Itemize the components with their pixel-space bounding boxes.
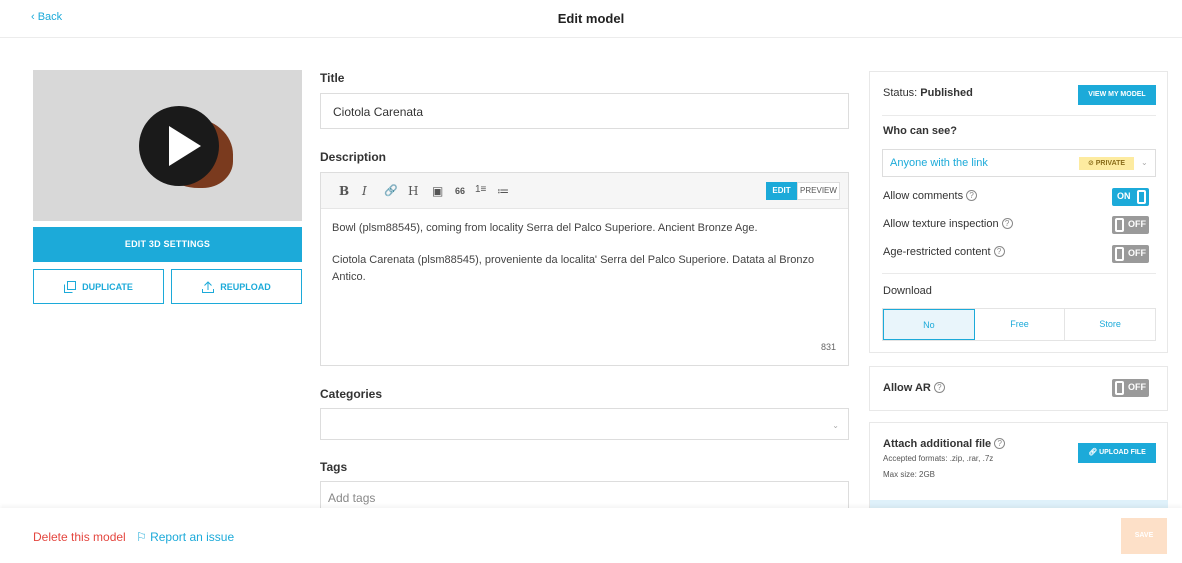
reupload-label: REUPLOAD — [220, 281, 271, 292]
description-paragraph: Bowl (plsm88545), coming from locality S… — [332, 222, 758, 234]
status-prefix: Status: — [883, 87, 921, 99]
download-options: No Free Store — [882, 308, 1156, 341]
ar-panel: Allow AR? OFF — [869, 366, 1168, 411]
paperclip-icon: 🔗︎ — [1088, 449, 1100, 456]
toggle-knob — [1115, 218, 1124, 232]
save-button[interactable]: SAVE — [1121, 518, 1167, 554]
visibility-panel: Status: Published VIEW MY MODEL Who can … — [869, 71, 1168, 353]
help-icon[interactable]: ? — [966, 190, 978, 201]
report-issue-label: Report an issue — [150, 530, 235, 544]
play-icon[interactable] — [139, 106, 219, 186]
quote-icon[interactable]: 66 — [455, 186, 465, 196]
description-editor[interactable]: B I 🔗 H ▣ 66 1≡ ≔ EDIT PREVIEW Bowl (pls… — [320, 172, 849, 366]
italic-icon[interactable]: I — [362, 184, 367, 198]
help-icon[interactable]: ? — [1001, 218, 1013, 229]
ordered-list-icon[interactable]: 1≡ — [475, 184, 486, 195]
duplicate-icon — [64, 280, 77, 293]
allow-comments-text: Allow comments — [883, 190, 964, 202]
download-option-no[interactable]: No — [883, 309, 975, 340]
preview-tab[interactable]: PREVIEW — [797, 182, 840, 200]
max-size-text: Max size: 2GB — [883, 470, 936, 479]
allow-texture-text: Allow texture inspection — [883, 218, 999, 230]
categories-select[interactable]: ⌄ — [320, 408, 849, 440]
toggle-state: OFF — [1128, 219, 1146, 229]
bullet-list-icon[interactable]: ≔ — [497, 184, 509, 198]
chevron-down-icon: ⌄ — [832, 421, 839, 430]
attach-file-panel: Attach additional file? Accepted formats… — [869, 422, 1168, 508]
tags-label: Tags — [320, 460, 348, 474]
duplicate-button[interactable]: DUPLICATE — [33, 269, 164, 304]
model-preview[interactable] — [33, 70, 302, 221]
allow-ar-label: Allow AR? — [883, 382, 945, 394]
download-label: Download — [883, 285, 932, 297]
toggle-knob — [1115, 381, 1124, 395]
report-issue-link[interactable]: ⚐ Report an issue — [136, 530, 234, 544]
edit-tab[interactable]: EDIT — [766, 182, 797, 200]
accepted-formats-text: Accepted formats: .zip, .rar, .7z — [883, 454, 994, 463]
reupload-button[interactable]: REUPLOAD — [171, 269, 302, 304]
chevron-down-icon: ⌄ — [1141, 158, 1148, 167]
private-badge: ⊘ PRIVATE — [1079, 157, 1134, 170]
image-icon[interactable]: ▣ — [432, 184, 443, 198]
age-restricted-toggle[interactable]: OFF — [1112, 245, 1149, 263]
character-count: 831 — [820, 342, 836, 352]
download-option-free[interactable]: Free — [975, 309, 1066, 340]
allow-texture-label: Allow texture inspection? — [883, 218, 1013, 230]
heading-icon[interactable]: H — [408, 184, 418, 198]
who-can-see-label: Who can see? — [883, 125, 957, 137]
duplicate-label: DUPLICATE — [82, 281, 133, 292]
private-badge-label: PRIVATE — [1095, 160, 1126, 167]
description-paragraph: Ciotola Carenata (plsm88545), provenient… — [332, 254, 815, 283]
title-input[interactable]: Ciotola Carenata — [320, 93, 849, 129]
toggle-knob — [1115, 247, 1124, 261]
view-my-model-button[interactable]: VIEW MY MODEL — [1078, 85, 1156, 105]
edit-3d-settings-button[interactable]: EDIT 3D SETTINGS — [33, 227, 302, 262]
download-option-store[interactable]: Store — [1065, 309, 1155, 340]
toggle-state: ON — [1117, 191, 1131, 201]
page-title: Edit model — [557, 11, 625, 26]
toggle-state: OFF — [1128, 248, 1146, 258]
age-restricted-text: Age-restricted content — [883, 246, 991, 258]
allow-comments-toggle[interactable]: ON — [1112, 188, 1149, 206]
categories-label: Categories — [320, 387, 383, 401]
status-text: Status: Published — [883, 87, 973, 99]
toggle-knob — [1137, 190, 1146, 204]
footer-bar: Delete this model ⚐ Report an issue SAVE — [0, 508, 1182, 563]
divider — [882, 115, 1156, 116]
allow-comments-label: Allow comments? — [883, 190, 978, 202]
link-icon[interactable]: 🔗 — [384, 184, 398, 197]
panel-fade — [870, 500, 1168, 508]
help-icon[interactable]: ? — [933, 382, 945, 393]
upload-icon — [202, 280, 215, 293]
allow-ar-text: Allow AR — [883, 382, 931, 394]
allow-texture-toggle[interactable]: OFF — [1112, 216, 1149, 234]
top-bar: ‹ Back Edit model — [0, 0, 1182, 38]
toggle-state: OFF — [1128, 382, 1146, 392]
title-label: Title — [320, 71, 345, 85]
help-icon[interactable]: ? — [994, 438, 1006, 449]
divider — [882, 273, 1156, 274]
bold-icon[interactable]: B — [339, 184, 349, 198]
flag-icon: ⚐ — [136, 530, 151, 544]
description-label: Description — [320, 150, 387, 164]
age-restricted-label: Age-restricted content? — [883, 246, 1005, 258]
upload-file-label: UPLOAD FILE — [1099, 449, 1146, 456]
visibility-value: Anyone with the link — [890, 157, 988, 169]
upload-file-button[interactable]: 🔗︎ UPLOAD FILE — [1078, 443, 1156, 463]
attach-file-label: Attach additional file? — [883, 438, 1006, 450]
status-value: Published — [920, 87, 973, 99]
delete-model-link[interactable]: Delete this model — [33, 530, 126, 544]
help-icon[interactable]: ? — [993, 246, 1005, 257]
allow-ar-toggle[interactable]: OFF — [1112, 379, 1149, 397]
editor-toolbar: B I 🔗 H ▣ 66 1≡ ≔ EDIT PREVIEW — [321, 173, 848, 209]
attach-file-text: Attach additional file — [883, 438, 992, 450]
visibility-select[interactable]: Anyone with the link ⊘ PRIVATE ⌄ — [882, 149, 1156, 177]
